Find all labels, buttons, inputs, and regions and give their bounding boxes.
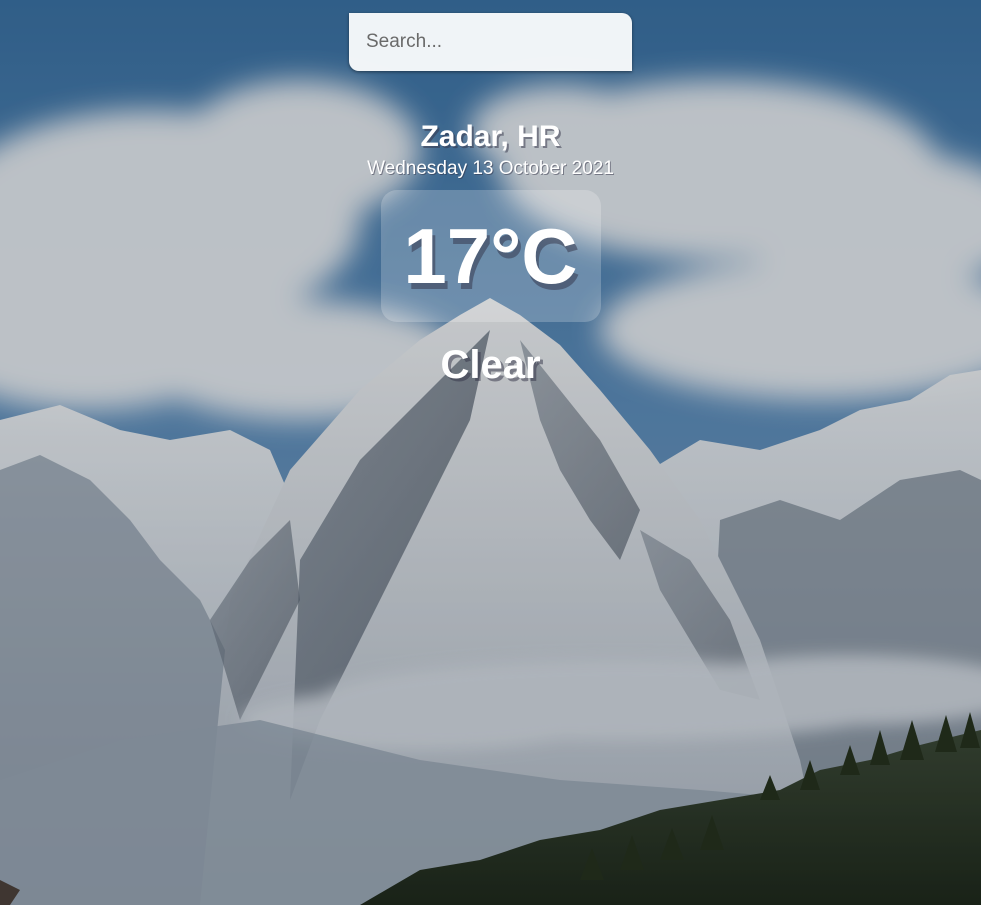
temperature-box: 17°C <box>380 190 601 322</box>
weather-content: Zadar, HR Wednesday 13 October 2021 17°C… <box>0 0 981 905</box>
weather-app: Zadar, HR Wednesday 13 October 2021 17°C… <box>0 0 981 905</box>
weather-condition: Clear <box>440 343 541 387</box>
temperature-value: 17°C <box>403 211 578 300</box>
location-date: Wednesday 13 October 2021 <box>367 158 614 179</box>
location-city: Zadar, HR <box>420 120 561 153</box>
search-input[interactable] <box>349 13 632 71</box>
